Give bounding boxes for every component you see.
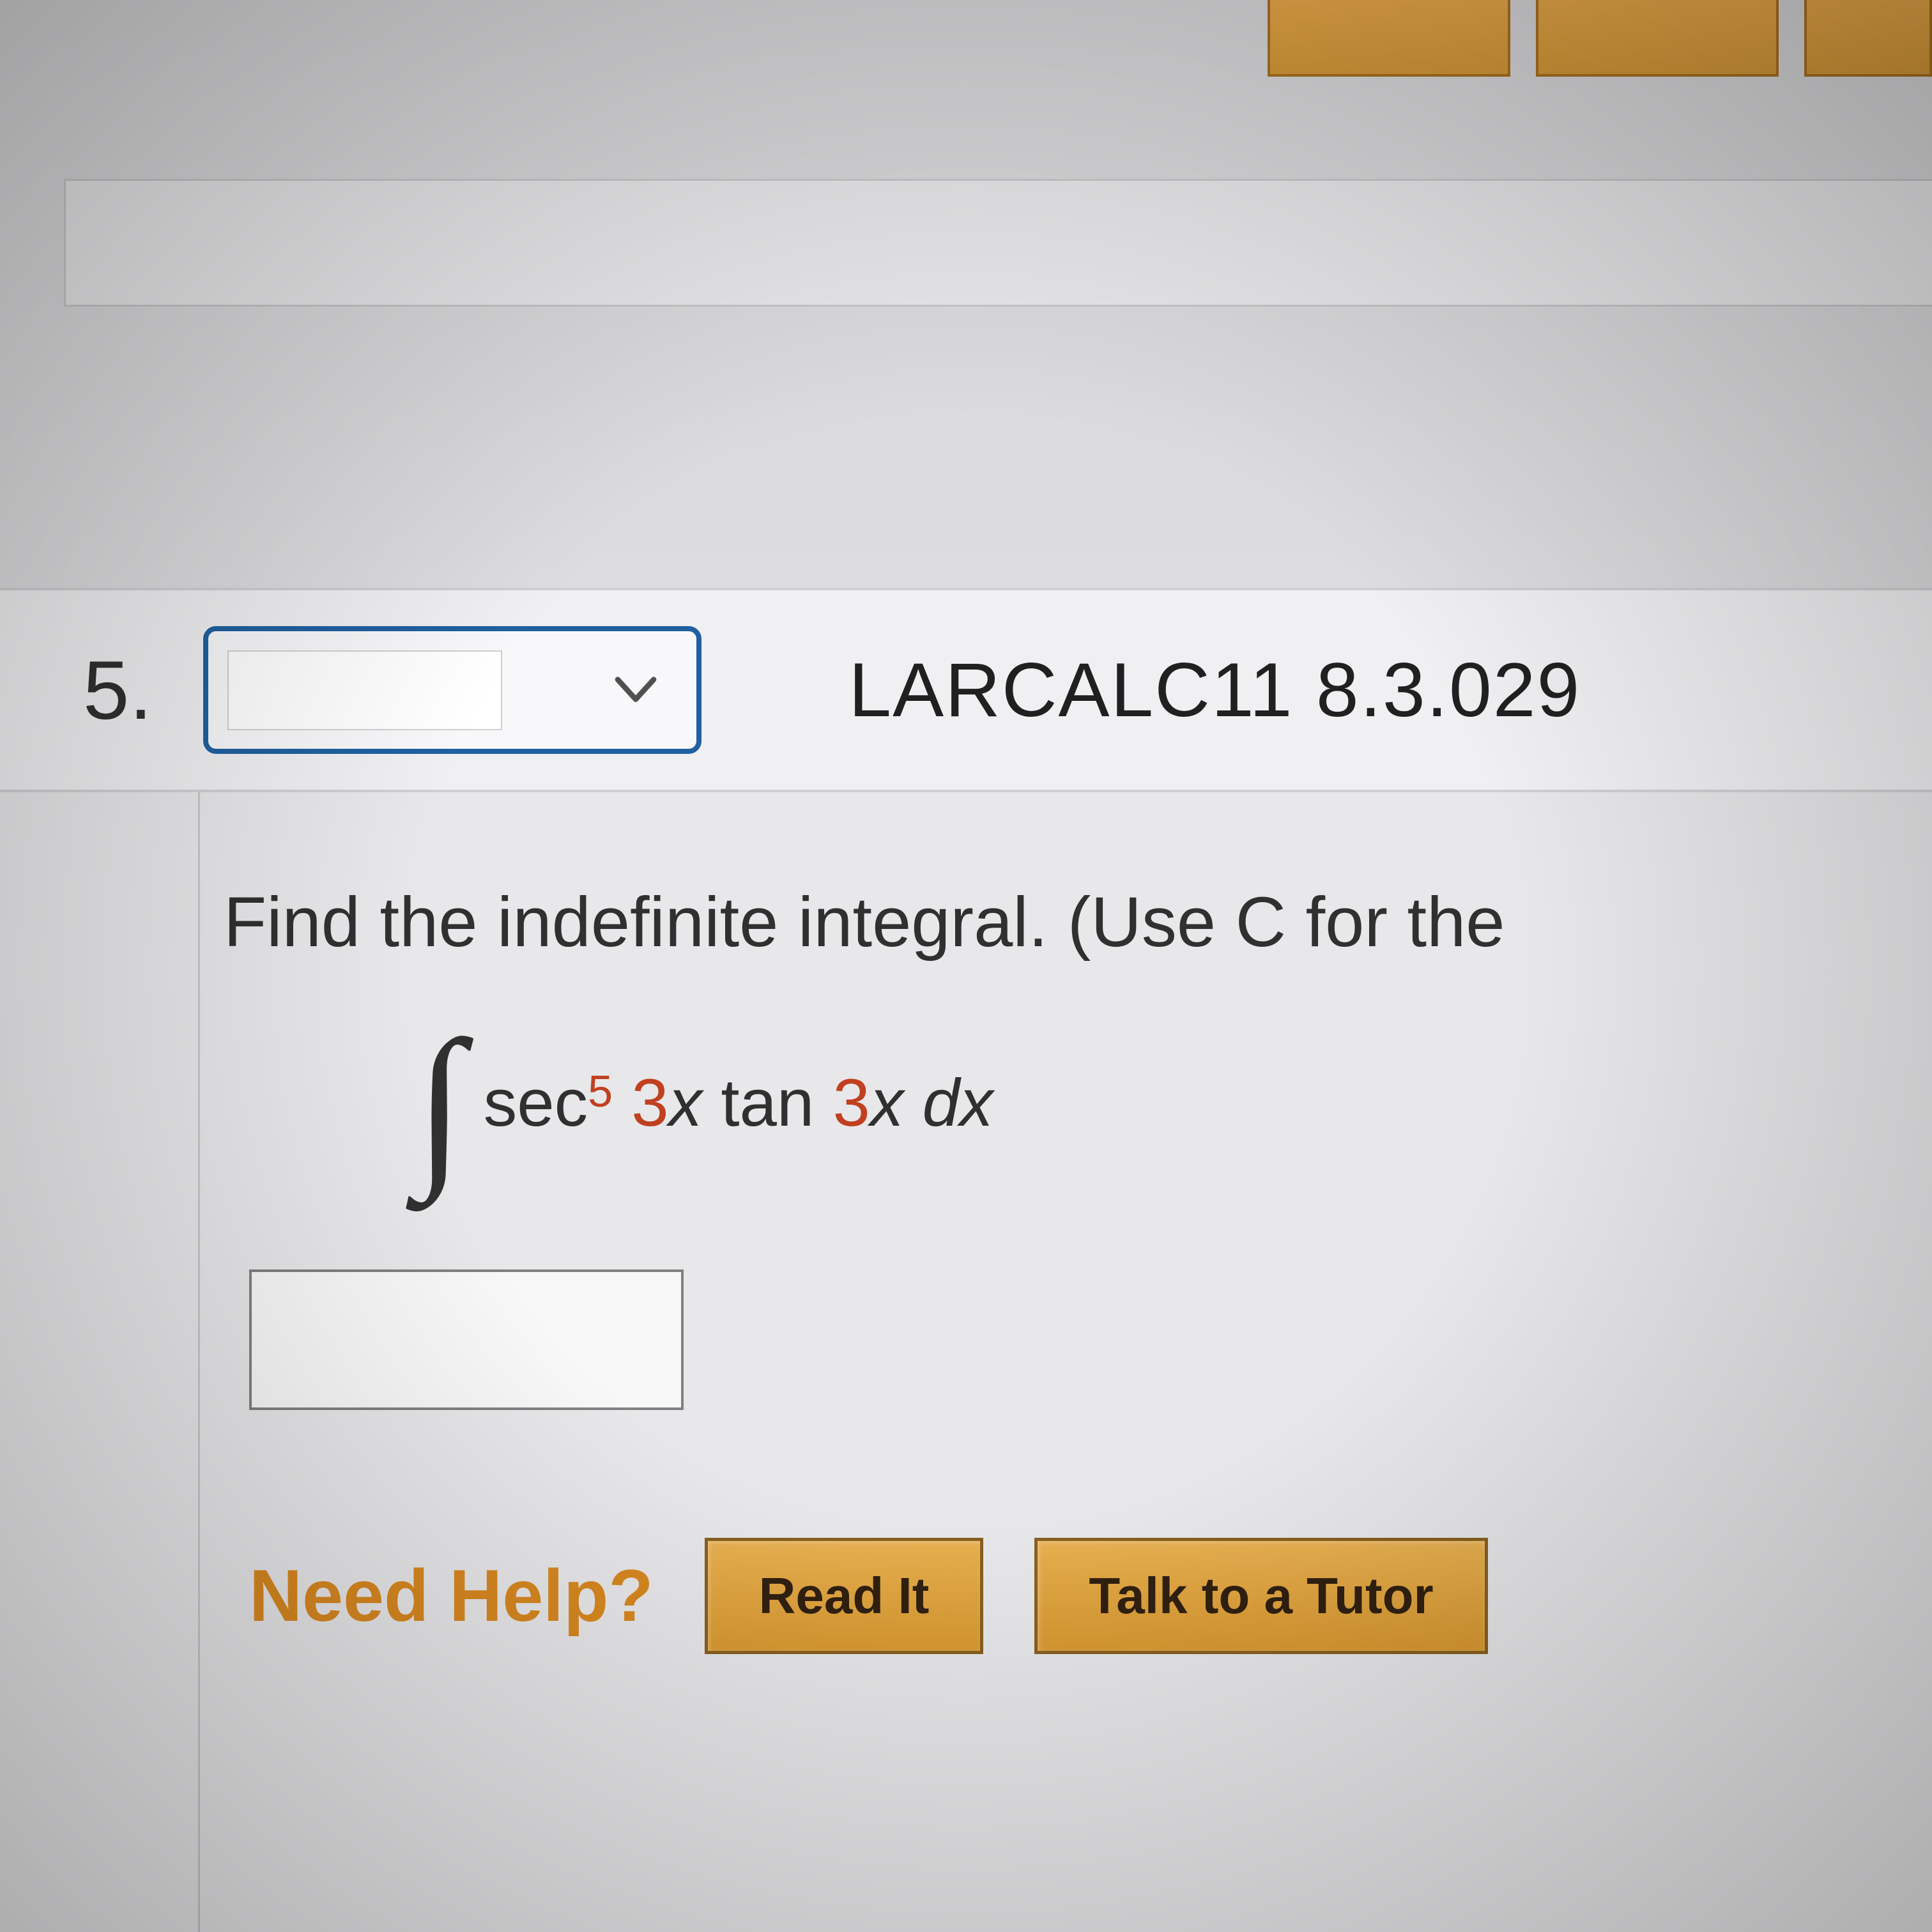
- top-orange-button-3[interactable]: [1804, 0, 1932, 77]
- exponent: 5: [588, 1066, 613, 1117]
- question-reference: LARCALC11 8.3.029: [848, 646, 1581, 734]
- var-2: x: [870, 1065, 904, 1142]
- vertical-divider: [198, 792, 200, 1932]
- previous-question-container: [64, 179, 1932, 307]
- question-header: 5. LARCALC11 8.3.029: [0, 588, 1932, 792]
- tan-function: tan: [721, 1065, 814, 1142]
- need-help-label: Need Help?: [249, 1554, 654, 1638]
- question-number: 5.: [83, 642, 152, 738]
- integrand: sec5 3x tan 3x dx: [484, 1065, 993, 1142]
- top-orange-button-1[interactable]: [1268, 0, 1510, 77]
- chevron-down-icon: [613, 676, 658, 705]
- read-it-button[interactable]: Read It: [705, 1538, 984, 1654]
- sec-function: sec: [484, 1065, 588, 1142]
- question-body: Find the indefinite integral. (Use C for…: [0, 792, 1932, 1932]
- differential: dx: [923, 1065, 993, 1142]
- points-dropdown[interactable]: [203, 626, 702, 754]
- talk-to-tutor-button[interactable]: Talk to a Tutor: [1034, 1538, 1487, 1654]
- var-1: x: [669, 1065, 703, 1142]
- answer-input[interactable]: [249, 1269, 684, 1410]
- math-expression: ∫ sec5 3x tan 3x dx: [415, 1014, 1932, 1193]
- help-section: Need Help? Read It Talk to a Tutor: [249, 1538, 1932, 1654]
- top-orange-button-2[interactable]: [1536, 0, 1779, 77]
- dropdown-value-box: [227, 650, 502, 730]
- coef-1: 3: [631, 1065, 668, 1142]
- instruction-text: Find the indefinite integral. (Use C for…: [224, 882, 1932, 963]
- integral-symbol: ∫: [415, 1014, 464, 1193]
- coef-2: 3: [832, 1065, 870, 1142]
